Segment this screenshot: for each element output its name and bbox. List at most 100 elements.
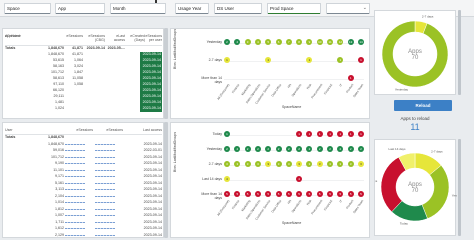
grid-dot[interactable]: 3	[347, 161, 354, 167]
table-row[interactable]: 2,129 2023-09-14	[5, 233, 162, 239]
grid-dot[interactable]: 3	[244, 161, 251, 167]
grid-dot[interactable]: 4	[296, 176, 303, 182]
apps-table-scrollbar[interactable]	[164, 28, 168, 119]
grid-dot[interactable]: 5	[316, 191, 323, 197]
grid-dot[interactable]: 9	[306, 39, 313, 45]
grid-dot[interactable]: 5	[337, 191, 344, 197]
grid-dot[interactable]: 5	[327, 191, 334, 197]
filter-ds-user[interactable]: DS User	[214, 3, 262, 14]
table-row[interactable]: 1,812 2023-09-14	[5, 207, 162, 213]
grid-dot[interactable]: 1	[337, 131, 344, 137]
top-dot-grid-chart[interactable]: Bins: LastModifiedGroups Yesterday 2 2 3 4 5 6 7…	[171, 29, 371, 120]
grid-dot[interactable]: 1	[316, 131, 323, 137]
grid-dot[interactable]: 3	[285, 161, 292, 167]
filter-usage-year[interactable]: Usage Year	[175, 3, 209, 14]
table-row[interactable]: 1,007 2023-09-14	[5, 213, 162, 219]
grid-dot[interactable]: 2	[285, 146, 292, 152]
grid-dot[interactable]: 3	[296, 161, 303, 167]
grid-dot[interactable]: 1	[358, 131, 364, 137]
grid-dot[interactable]: 2	[275, 146, 282, 152]
grid-dot[interactable]: 1	[347, 131, 354, 137]
column-header[interactable]: Last access	[125, 128, 162, 132]
bottom-donut-chart[interactable]: 2-7 days Yesterday Today More than 14 days L…	[352, 140, 465, 237]
right-scrollbar-lower[interactable]	[458, 139, 461, 236]
grid-dot[interactable]: 7	[285, 39, 292, 45]
filter-extra[interactable]: ⌄	[326, 3, 370, 14]
grid-dot[interactable]: 2	[296, 146, 303, 152]
grid-dot[interactable]: 5	[234, 191, 241, 197]
grid-dot[interactable]: 3	[275, 161, 282, 167]
filter-month[interactable]: Month	[110, 3, 166, 14]
right-scrollbar[interactable]	[458, 10, 461, 95]
column-header[interactable]: eSessions per user	[145, 34, 162, 42]
grid-dot[interactable]: 2	[224, 146, 230, 152]
column-header[interactable]: eSessions	[95, 128, 123, 132]
grid-dot[interactable]: 1	[358, 57, 364, 63]
filter-space[interactable]: Space	[4, 3, 51, 14]
users-table[interactable]: User eSessions eSessions Last access Totals 1…	[5, 125, 162, 237]
grid-dot[interactable]: 5	[306, 191, 313, 197]
grid-dot[interactable]: 1	[224, 131, 230, 137]
grid-dot[interactable]: 2	[347, 146, 354, 152]
filter-prod-space[interactable]: Prod Space	[267, 3, 321, 14]
grid-dot[interactable]: 5	[275, 191, 282, 197]
grid-dot[interactable]: 5	[254, 191, 261, 197]
grid-dot[interactable]: 2	[254, 146, 261, 152]
apps-table[interactable]: AppName eSessions eSessions (CBG) eLast acc…	[5, 31, 162, 117]
grid-dot[interactable]: 5	[358, 191, 364, 197]
grid-dot[interactable]: 5	[265, 39, 272, 45]
grid-dot[interactable]: 3	[234, 161, 241, 167]
grid-dot[interactable]: 3	[306, 161, 313, 167]
column-header[interactable]: eSessions	[65, 128, 93, 132]
grid-dot[interactable]: 2	[224, 39, 230, 45]
reload-button[interactable]: Reload	[394, 100, 452, 111]
grid-dot[interactable]: 4	[254, 39, 261, 45]
grid-dot[interactable]: 2	[234, 39, 241, 45]
grid-dot[interactable]: 12	[337, 39, 344, 45]
grid-dot[interactable]: 1	[347, 75, 354, 81]
grid-dot[interactable]: 2	[358, 146, 364, 152]
top-donut-chart[interactable]: 2-7 daysYesterdayApps70	[375, 11, 457, 96]
donut-slice[interactable]	[421, 164, 450, 219]
table-row[interactable]: 5,161 2023-09-14	[5, 181, 162, 187]
table-row[interactable]: 9,190 2023-09-14	[5, 161, 162, 167]
grid-dot[interactable]: 2	[327, 146, 334, 152]
grid-dot[interactable]: 3	[224, 161, 230, 167]
grid-dot[interactable]: 5	[296, 191, 303, 197]
grid-dot[interactable]: 3	[327, 161, 334, 167]
grid-dot[interactable]: 3	[244, 39, 251, 45]
table-row[interactable]: 1,612 2023-09-14	[5, 226, 162, 232]
grid-dot[interactable]: 5	[244, 191, 251, 197]
grid-dot[interactable]: 3	[358, 161, 364, 167]
table-row[interactable]: 2,104 2023-09-14	[5, 194, 162, 200]
grid-dot[interactable]: 1	[337, 57, 344, 63]
grid-dot[interactable]: 2	[234, 146, 241, 152]
grid-dot[interactable]: 1	[306, 131, 313, 137]
grid-dot[interactable]: 1	[306, 57, 313, 63]
grid-dot[interactable]: 1	[327, 131, 334, 137]
bottom-dot-grid-chart[interactable]: Bins: LastModifiedGroups Today 1 1 1 1 1 1 1 1 Yes…	[171, 123, 371, 239]
column-header[interactable]: eCreated (Days)	[125, 34, 145, 42]
table-row[interactable]: 3,113 2023-09-14	[5, 187, 162, 193]
grid-dot[interactable]: 2	[244, 146, 251, 152]
grid-dot[interactable]: 1	[296, 131, 303, 137]
grid-dot[interactable]: 13	[347, 39, 354, 45]
grid-dot[interactable]: 3	[254, 161, 261, 167]
table-row[interactable]: 1,711 2023-09-14	[5, 220, 162, 226]
grid-dot[interactable]: 5	[347, 191, 354, 197]
grid-dot[interactable]: 11	[327, 39, 334, 45]
grid-dot[interactable]: 5	[224, 191, 230, 197]
filter-app[interactable]: App	[55, 3, 105, 14]
grid-dot[interactable]: 2	[306, 146, 313, 152]
grid-dot[interactable]: 10	[316, 39, 323, 45]
grid-dot[interactable]: 1	[265, 57, 272, 63]
grid-dot[interactable]: 2	[337, 146, 344, 152]
column-header[interactable]: eSessions	[65, 34, 83, 38]
grid-dot[interactable]: 8	[296, 39, 303, 45]
table-row[interactable]: 1,024 2023-09-14	[5, 106, 162, 112]
grid-dot[interactable]: 3	[337, 161, 344, 167]
grid-dot[interactable]: 5	[285, 191, 292, 197]
column-header[interactable]: User	[5, 128, 39, 132]
grid-dot[interactable]: 5	[265, 191, 272, 197]
grid-dot[interactable]: 2	[265, 146, 272, 152]
